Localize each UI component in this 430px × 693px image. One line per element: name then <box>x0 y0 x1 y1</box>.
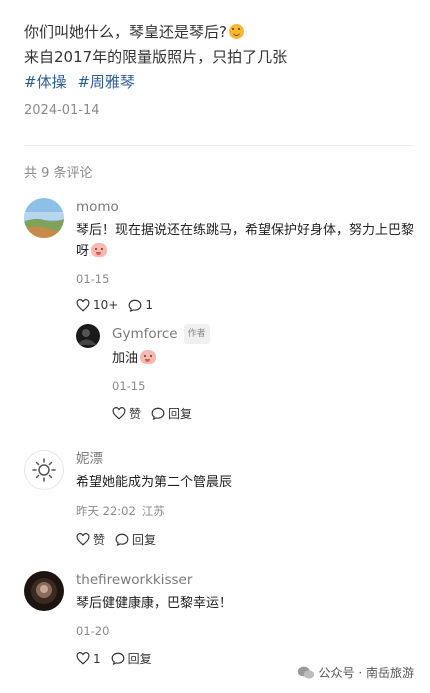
comment-date: 01-20 <box>76 624 110 638</box>
like-button[interactable]: 10+ <box>76 298 118 312</box>
comment-text: 琴后健健康康，巴黎幸运！ <box>76 596 233 611</box>
watermark: 公众号 · 南岳旅游 <box>297 664 414 681</box>
heart-icon <box>76 652 90 665</box>
comment-body: thefireworkkisser 琴后健健康康，巴黎幸运！ 01-20 1 回… <box>76 571 416 667</box>
comment-count: 共 9 条评论 <box>24 166 93 181</box>
comment-actions: 10+ 1 <box>76 298 416 312</box>
comment-nipiao: 妮漂 希望她能成为第二个管晨辰 昨天 22:02 江苏 赞 回复 <box>24 450 416 550</box>
author-badge: 作者 <box>183 324 210 344</box>
comment-username[interactable]: momo <box>76 198 416 216</box>
comment-bubble-icon <box>111 652 125 665</box>
wechat-icon <box>297 666 314 679</box>
like-button[interactable]: 1 <box>76 652 101 666</box>
reply-text-content: 加油 <box>112 351 139 366</box>
comment-meta: 昨天 22:02 江苏 <box>76 503 416 519</box>
comment-username[interactable]: 妮漂 <box>76 450 416 468</box>
comment-date: 01-15 <box>76 272 110 286</box>
heart-icon <box>76 298 90 312</box>
heart-icon <box>76 533 90 546</box>
comment-text: 琴后！现在据说还在练跳马，希望保护好身体，努力上巴黎呀 <box>76 220 416 262</box>
comment-momo: momo 琴后！现在据说还在练跳马，希望保护好身体，努力上巴黎呀 01-15 1… <box>24 198 416 428</box>
reply-button[interactable]: 回复 <box>111 650 152 667</box>
avatar[interactable] <box>24 450 64 490</box>
comment-body: 妮漂 希望她能成为第二个管晨辰 昨天 22:02 江苏 赞 回复 <box>76 450 416 548</box>
reply-username: Gymforce 作者 <box>112 324 412 344</box>
tag-zhou-yaqin[interactable]: #周雅琴 <box>77 73 135 91</box>
comment-bubble-icon <box>115 533 129 546</box>
sticker-emoji-icon <box>91 243 108 257</box>
like-count: 1 <box>93 651 101 666</box>
reply-label: 回复 <box>132 533 157 547</box>
post-text-line-1: 你们叫她什么，琴皇还是琴后? <box>24 20 414 45</box>
reply-button[interactable]: 1 <box>128 298 153 312</box>
reply-actions: 赞 回复 <box>112 405 412 422</box>
reply-name[interactable]: Gymforce <box>112 326 178 342</box>
avatar[interactable] <box>24 571 64 611</box>
comment-bubble-icon <box>151 407 165 420</box>
reply-count: 1 <box>145 298 153 312</box>
post-content: 你们叫她什么，琴皇还是琴后? 来自2017年的限量版照片，只拍了几张 #体操 #… <box>24 20 414 95</box>
like-button[interactable]: 赞 <box>112 405 141 422</box>
reply-date: 01-15 <box>112 379 146 393</box>
comment-text-content: 琴后！现在据说还在练跳马，希望保护好身体，努力上巴黎呀 <box>76 223 415 259</box>
comment-body: momo 琴后！现在据说还在练跳马，希望保护好身体，努力上巴黎呀 01-15 1… <box>76 198 416 421</box>
comment-thefireworkkisser: thefireworkkisser 琴后健健康康，巴黎幸运！ 01-20 1 回… <box>24 571 416 671</box>
reply-label: 回复 <box>127 652 152 666</box>
watermark-text: 公众号 · 南岳旅游 <box>318 666 414 680</box>
like-count: 10+ <box>93 298 119 312</box>
reply-label: 回复 <box>168 407 193 421</box>
post-text-line-2: 来自2017年的限量版照片，只拍了几张 <box>24 48 288 66</box>
reply-button[interactable]: 回复 <box>115 531 156 548</box>
post-tags: #体操 #周雅琴 <box>24 70 414 95</box>
reply-body: Gymforce 作者 加油 01-15 赞 回复 <box>112 324 412 422</box>
like-label: 赞 <box>93 533 106 547</box>
comment-bubble-icon <box>128 299 142 312</box>
like-button[interactable]: 赞 <box>76 531 105 548</box>
reply-text: 加油 <box>112 348 412 369</box>
comment-text: 希望她能成为第二个管晨辰 <box>76 475 233 490</box>
avatar[interactable] <box>76 324 100 348</box>
comment-location: 江苏 <box>141 504 165 518</box>
smile-emoji-icon <box>228 24 244 39</box>
reply-button[interactable]: 回复 <box>151 405 192 422</box>
comment-username[interactable]: thefireworkkisser <box>76 571 416 589</box>
sticker-emoji-icon <box>140 350 157 364</box>
like-label: 赞 <box>129 407 142 421</box>
post-date: 2024-01-14 <box>24 103 100 118</box>
divider <box>24 145 414 146</box>
comment-date: 昨天 22:02 <box>76 504 136 518</box>
avatar[interactable] <box>24 198 64 238</box>
tag-gymnastics[interactable]: #体操 <box>24 73 67 91</box>
comment-actions: 赞 回复 <box>76 531 416 548</box>
post-text-1: 你们叫她什么，琴皇还是琴后? <box>24 23 227 41</box>
heart-icon <box>112 407 126 420</box>
